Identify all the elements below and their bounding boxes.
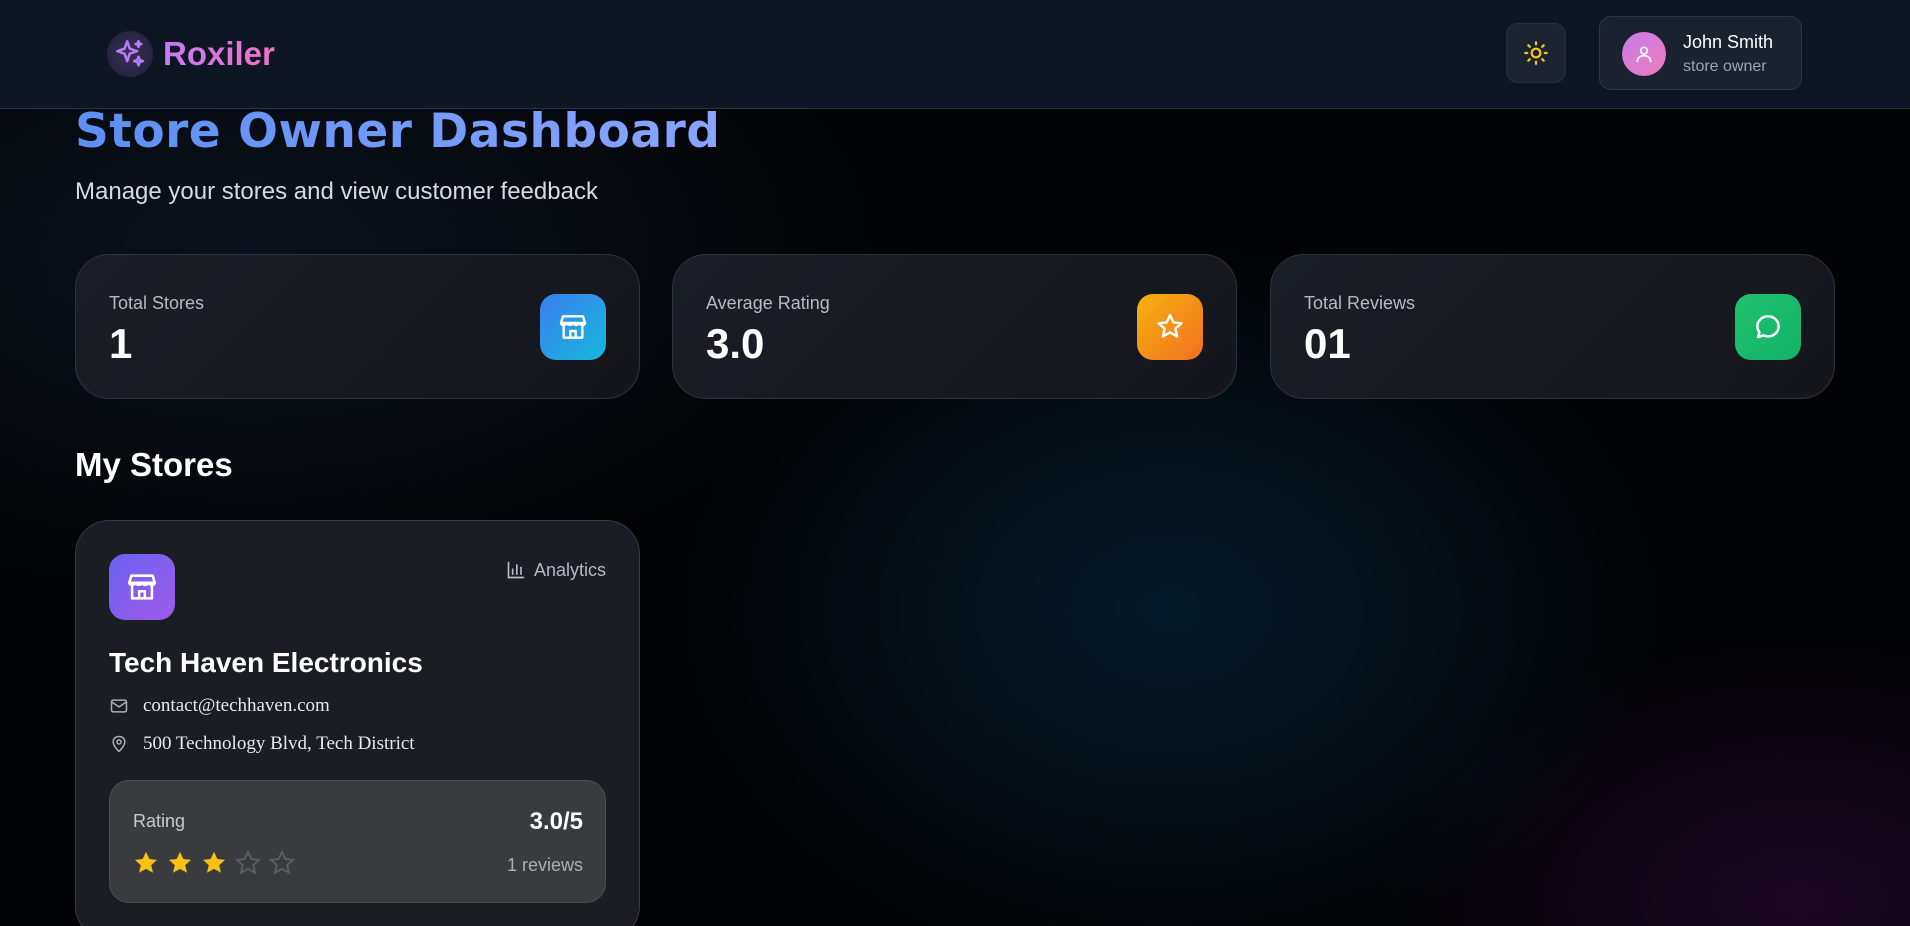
theme-toggle-button[interactable] — [1506, 23, 1566, 83]
message-icon — [1735, 294, 1801, 360]
analytics-label: Analytics — [533, 559, 606, 580]
store-address: 500 Technology Blvd, Tech District — [109, 733, 415, 755]
stat-card-total-stores: Total Stores 1 — [75, 254, 640, 399]
store-email-text: contact@techhaven.com — [143, 695, 330, 716]
stat-label: Total Reviews — [1304, 293, 1416, 313]
stat-value: 1 — [109, 320, 133, 367]
star-icon — [202, 851, 226, 873]
analytics-button[interactable]: Analytics — [506, 557, 606, 583]
review-count: 1 reviews — [506, 855, 583, 875]
stat-label: Average Rating — [706, 293, 830, 313]
rating-panel: Rating 3.0/5 1 reviews — [109, 780, 606, 903]
star-icon — [134, 851, 158, 873]
star-outline-icon — [234, 849, 262, 875]
brand-name[interactable]: Roxiler — [163, 35, 275, 73]
avatar — [1622, 32, 1666, 76]
stat-value: 3.0 — [706, 320, 765, 367]
store-email: contact@techhaven.com — [109, 695, 330, 717]
stat-card-total-reviews: Total Reviews 01 — [1270, 254, 1835, 399]
stat-label: Total Stores — [109, 293, 205, 313]
page-title: Store Owner Dashboard — [75, 104, 721, 159]
star-icon — [168, 851, 192, 873]
stat-card-average-rating: Average Rating 3.0 — [672, 254, 1237, 399]
store-address-text: 500 Technology Blvd, Tech District — [143, 733, 415, 754]
mail-icon — [110, 699, 128, 713]
page-subtitle: Manage your stores and view customer fee… — [75, 178, 598, 205]
sparkles-icon[interactable] — [107, 31, 153, 77]
stat-value: 01 — [1304, 320, 1351, 367]
bar-chart-icon — [507, 561, 525, 579]
rating-label: Rating — [133, 811, 186, 831]
user-icon — [1636, 46, 1652, 63]
sun-icon — [1524, 41, 1548, 65]
top-navbar: Roxiler John Smith store owner — [0, 0, 1910, 109]
section-title: My Stores — [75, 446, 233, 483]
user-menu-button[interactable]: John Smith store owner — [1599, 16, 1802, 90]
user-name: John Smith — [1683, 32, 1774, 52]
star-icon — [1137, 294, 1203, 360]
map-pin-icon — [112, 735, 126, 753]
rating-value: 3.0/5 — [529, 808, 583, 835]
star-rating — [132, 849, 296, 877]
store-card[interactable]: Analytics Tech Haven Electronics contact… — [75, 520, 640, 926]
store-icon — [109, 554, 175, 620]
store-name: Tech Haven Electronics — [109, 647, 423, 678]
store-icon — [540, 294, 606, 360]
star-outline-icon — [268, 849, 296, 875]
user-role: store owner — [1683, 58, 1767, 75]
